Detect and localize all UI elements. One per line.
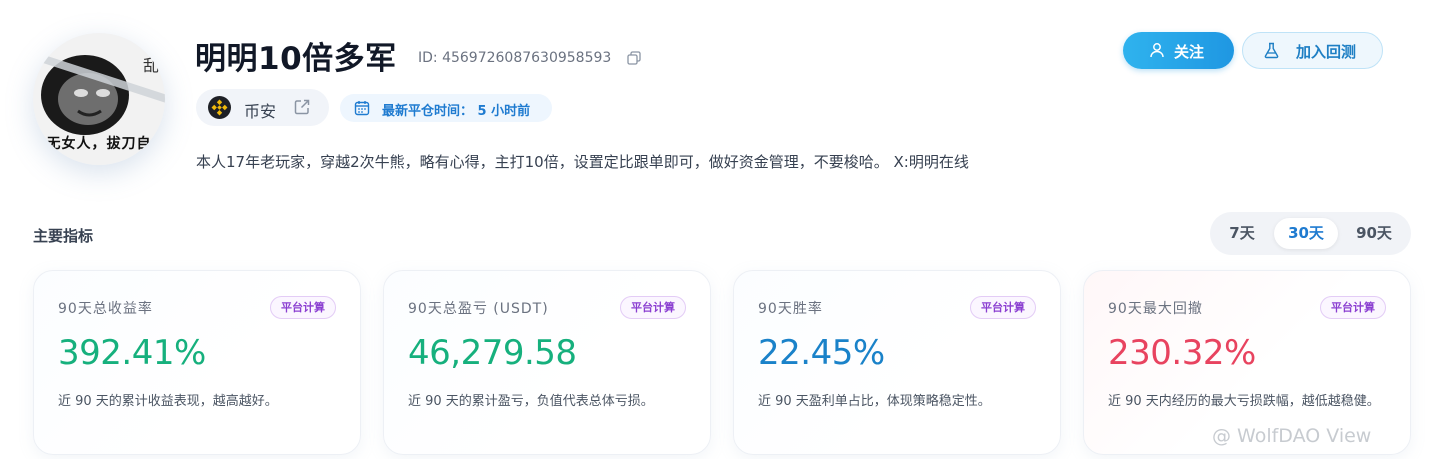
metric-card-return: 90天总收益率 平台计算 392.41% 近 90 天的累计收益表现，越高越好。 bbox=[33, 270, 361, 455]
metrics-title: 主要指标 bbox=[33, 227, 94, 245]
tab-7d[interactable]: 7天 bbox=[1216, 218, 1268, 249]
flask-icon bbox=[1264, 42, 1279, 59]
metric-description: 近 90 天内经历的最大亏损跌幅，越低越稳健。 bbox=[1108, 394, 1380, 409]
trader-id: ID: 4569726087630958593 bbox=[418, 50, 612, 66]
platform-badge: 平台计算 bbox=[970, 296, 1036, 319]
metric-description: 近 90 天的累计收益表现，越高越好。 bbox=[58, 394, 278, 409]
metric-label: 90天最大回撤 bbox=[1108, 301, 1203, 317]
external-link-icon[interactable] bbox=[293, 98, 311, 116]
metric-description: 近 90 天的累计盈亏，负值代表总体亏损。 bbox=[408, 394, 654, 409]
platform-badge: 平台计算 bbox=[1320, 296, 1386, 319]
metric-description: 近 90 天盈利单占比，体现策略稳定性。 bbox=[758, 394, 991, 409]
watermark: @ WolfDAO View bbox=[1212, 425, 1372, 447]
platform-badge: 平台计算 bbox=[270, 296, 336, 319]
exchange-badge[interactable]: 币安 bbox=[196, 89, 329, 126]
last-close-badge: 最新平仓时间： 5 小时前 bbox=[340, 94, 552, 122]
svg-text:乱: 乱 bbox=[143, 56, 159, 75]
range-tabs: 7天 30天 90天 bbox=[1210, 212, 1411, 255]
exchange-name: 币安 bbox=[244, 102, 277, 121]
avatar-caption: 无女人，拔刀自 bbox=[46, 136, 152, 152]
last-close-text: 最新平仓时间： 5 小时前 bbox=[382, 104, 531, 119]
metric-label: 90天胜率 bbox=[758, 301, 823, 317]
avatar: 乱 无女人，拔刀自 bbox=[33, 33, 165, 165]
metric-card-pnl: 90天总盈亏 (USDT) 平台计算 46,279.58 近 90 天的累计盈亏… bbox=[383, 270, 711, 455]
add-backtest-button[interactable]: 加入回测 bbox=[1242, 32, 1383, 69]
follow-button[interactable]: 关注 bbox=[1123, 32, 1234, 69]
metric-label: 90天总盈亏 (USDT) bbox=[408, 301, 549, 317]
trader-name: 明明10倍多军 bbox=[195, 41, 397, 77]
metric-value: 46,279.58 bbox=[408, 333, 577, 373]
metric-card-winrate: 90天胜率 平台计算 22.45% 近 90 天盈利单占比，体现策略稳定性。 bbox=[733, 270, 1061, 455]
calendar-icon bbox=[354, 101, 370, 116]
user-icon bbox=[1150, 43, 1164, 58]
add-backtest-label: 加入回测 bbox=[1296, 44, 1357, 61]
platform-badge: 平台计算 bbox=[620, 296, 686, 319]
binance-logo bbox=[208, 96, 231, 119]
metric-value: 230.32% bbox=[1108, 333, 1256, 373]
tab-30d[interactable]: 30天 bbox=[1274, 218, 1338, 249]
metric-value: 392.41% bbox=[58, 333, 206, 373]
trader-bio: 本人17年老玩家，穿越2次牛熊，略有心得，主打10倍，设置定比跟单即可，做好资金… bbox=[196, 153, 969, 171]
metric-value: 22.45% bbox=[758, 333, 885, 373]
follow-label: 关注 bbox=[1174, 44, 1205, 61]
metric-label: 90天总收益率 bbox=[58, 301, 153, 317]
copy-icon[interactable] bbox=[627, 51, 641, 65]
tab-90d[interactable]: 90天 bbox=[1344, 218, 1404, 249]
